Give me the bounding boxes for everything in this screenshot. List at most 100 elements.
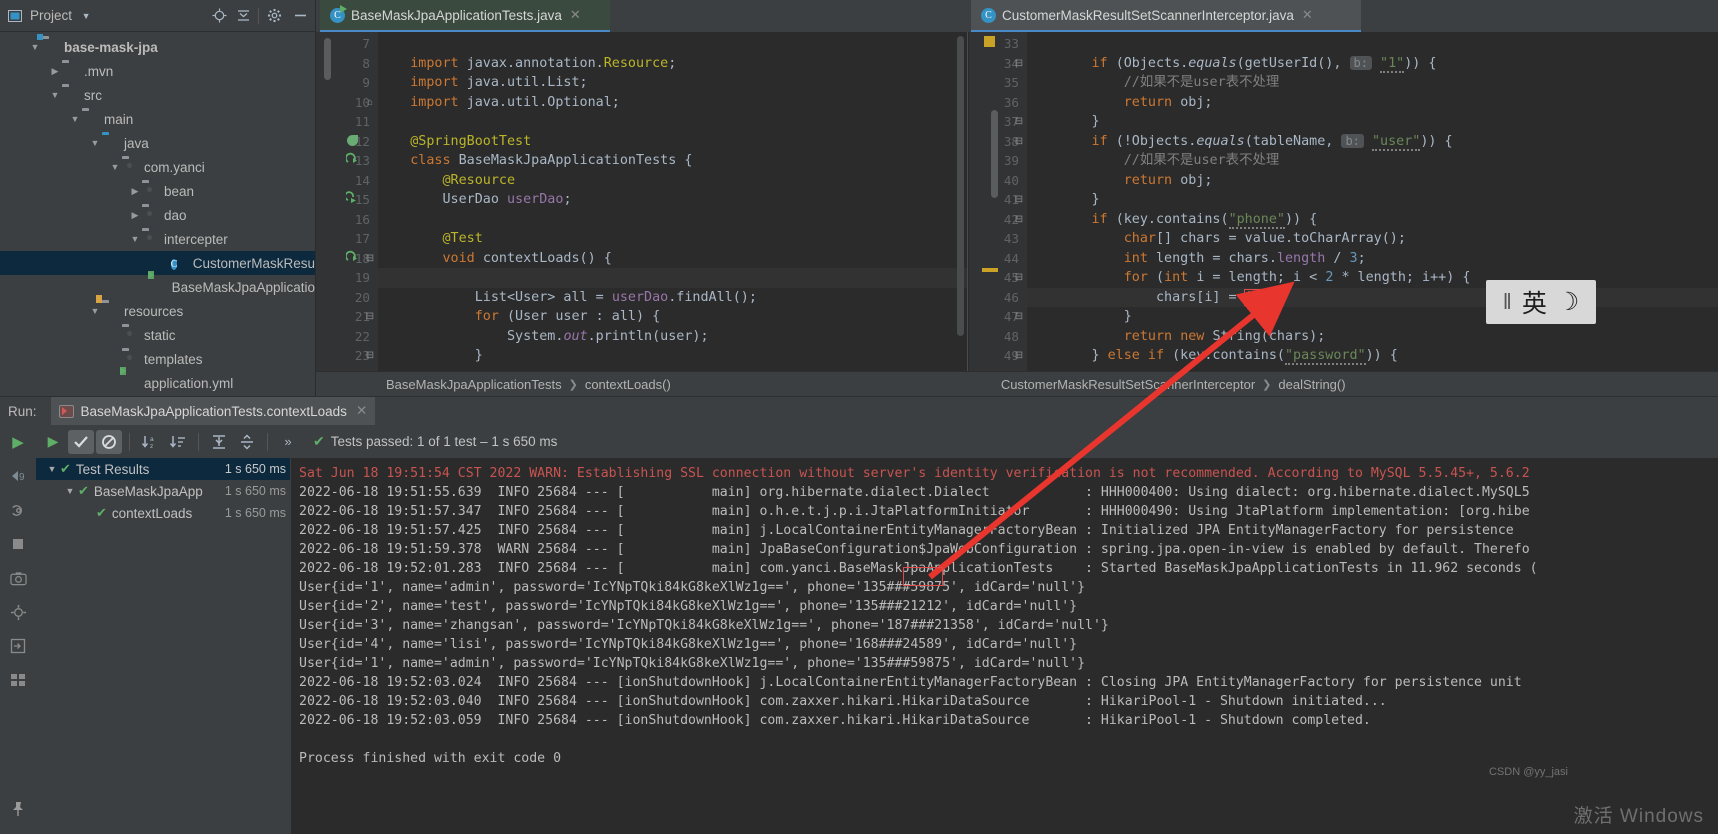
- code-line[interactable]: import java.util.Optional;: [378, 93, 967, 113]
- project-tree-item[interactable]: ▼ base-mask-jpa: [0, 35, 315, 59]
- editor-code-right[interactable]: if (Objects.equals(getUserId(), b: "1"))…: [1027, 32, 1718, 396]
- code-line[interactable]: return new String(chars);: [1027, 327, 1718, 347]
- code-line[interactable]: if (key.contains("phone")) {: [1027, 210, 1718, 230]
- code-line[interactable]: }: [1027, 112, 1718, 132]
- sort-by-duration-icon[interactable]: [165, 430, 191, 454]
- collapse-all-icon[interactable]: [234, 430, 260, 454]
- tree-twisty-icon[interactable]: ▼: [68, 114, 82, 124]
- test-results-tree[interactable]: ▼ ✔ Test Results 1 s 650 ms ▼ ✔ BaseMaskJpaApp…: [36, 458, 290, 834]
- tree-twisty-icon[interactable]: ▼: [44, 464, 60, 474]
- code-line[interactable]: if (Objects.equals(getUserId(), b: "1"))…: [1027, 54, 1718, 74]
- settings-gear-icon[interactable]: [265, 7, 283, 25]
- tree-twisty-icon[interactable]: ▼: [28, 42, 42, 52]
- show-passed-icon[interactable]: [68, 429, 94, 454]
- code-line[interactable]: } else if (key.contains("password")) {: [1027, 346, 1718, 366]
- editor-tab-right[interactable]: C CustomerMaskResultSetScannerIntercepto…: [971, 0, 1361, 32]
- fold-marker-icon[interactable]: ⊟: [1013, 112, 1025, 132]
- code-line[interactable]: int length = chars.length / 3;: [1027, 249, 1718, 269]
- hide-tool-window-icon[interactable]: [291, 7, 309, 25]
- breadcrumb-left-method[interactable]: contextLoads(): [585, 377, 671, 392]
- chevron-down-icon[interactable]: ▼: [77, 7, 95, 25]
- editor-vertical-scrollbar-left[interactable]: [957, 36, 964, 336]
- code-line[interactable]: void contextLoads() {: [378, 249, 967, 269]
- locate-icon[interactable]: [210, 7, 228, 25]
- project-tree-item[interactable]: ▶ .mvn: [0, 59, 315, 83]
- breadcrumb-right-class[interactable]: CustomerMaskResultSetScannerInterceptor: [1001, 377, 1255, 392]
- tree-twisty-icon[interactable]: ▼: [88, 138, 102, 148]
- run-test-gutter-icon[interactable]: [344, 249, 360, 269]
- code-line[interactable]: for (User user : all) {: [378, 307, 967, 327]
- code-line[interactable]: //如果不是user表不处理: [1027, 151, 1718, 171]
- stop-icon[interactable]: [0, 527, 36, 561]
- rerun-icon[interactable]: ▶: [40, 430, 66, 454]
- code-line[interactable]: [1027, 34, 1718, 54]
- code-line[interactable]: for (int i = length; i < 2 * length; i++…: [1027, 268, 1718, 288]
- collapse-all-icon[interactable]: [234, 7, 252, 25]
- breadcrumb-left[interactable]: BaseMaskJpaApplicationTests ❯ contextLoa…: [386, 377, 671, 392]
- breadcrumb-right-method[interactable]: dealString(): [1278, 377, 1345, 392]
- tree-twisty-icon[interactable]: ▶: [128, 210, 142, 221]
- project-tree-item[interactable]: C CustomerMaskResu: [0, 251, 315, 275]
- editor-split-right[interactable]: 33 34 ⊟ 35 36 37 ⊟ 38 ⊟ 39 40 41 ⊟ 42 ⊟ 43 44 45 ⊟ 46 47 ⊟ 48 4…: [969, 32, 1718, 396]
- editor-gutter-right[interactable]: 33 34 ⊟ 35 36 37 ⊟ 38 ⊟ 39 40 41 ⊟ 42 ⊟ 43 44 45 ⊟ 46 47 ⊟ 48 4…: [969, 32, 1027, 396]
- editor-vertical-scrollbar-right[interactable]: [991, 110, 998, 198]
- run-configuration-tab[interactable]: BaseMaskJpaApplicationTests.contextLoads…: [50, 397, 376, 425]
- code-line[interactable]: import javax.annotation.Resource;: [378, 54, 967, 74]
- editor-split-left[interactable]: 7 8 9 10 ⌂ 11 12 13 14 15 16 17 18 ⊟ 19 20 21 ⊟ 22 23 ⊟ impo…: [316, 32, 968, 396]
- breadcrumb-left-class[interactable]: BaseMaskJpaApplicationTests: [386, 377, 562, 392]
- fold-marker-icon[interactable]: ⊟: [1013, 307, 1025, 327]
- expand-all-icon[interactable]: [206, 430, 232, 454]
- editor-tab-left[interactable]: C BaseMaskJpaApplicationTests.java ✕: [320, 0, 610, 32]
- project-tree-item[interactable]: application.yml: [0, 371, 315, 395]
- code-line[interactable]: [378, 34, 967, 54]
- fold-marker-icon[interactable]: ⊟: [1013, 346, 1025, 366]
- project-tree-item[interactable]: templates: [0, 347, 315, 371]
- code-line[interactable]: class BaseMaskJpaApplicationTests {: [378, 151, 967, 171]
- code-line[interactable]: System.out.println(user);: [378, 327, 967, 347]
- test-result-row[interactable]: ▼ ✔ Test Results 1 s 650 ms: [36, 458, 290, 480]
- breadcrumb-right[interactable]: CustomerMaskResultSetScannerInterceptor …: [1001, 377, 1346, 392]
- code-line[interactable]: UserDao userDao;: [378, 190, 967, 210]
- fold-marker-icon[interactable]: ⊟: [1013, 268, 1025, 288]
- close-icon[interactable]: ✕: [570, 7, 581, 23]
- fold-marker-icon[interactable]: ⊟: [364, 346, 376, 366]
- project-tree-item[interactable]: BaseMaskJpaApplicatio: [0, 275, 315, 299]
- editor-gutter-left[interactable]: 7 8 9 10 ⌂ 11 12 13 14 15 16 17 18 ⊟ 19 20 21 ⊟ 22 23 ⊟: [316, 32, 378, 396]
- editor-scrollbar-left[interactable]: [324, 38, 331, 80]
- code-line[interactable]: List<User> all = userDao.findAll();: [378, 288, 967, 308]
- spring-leaf-icon[interactable]: [344, 132, 360, 152]
- tree-twisty-icon[interactable]: ▼: [128, 234, 142, 244]
- close-icon[interactable]: ✕: [356, 403, 367, 419]
- project-tree[interactable]: ▼ base-mask-jpa ▶ .mvn ▼ src ▼ main ▼ java ▼ com.ya…: [0, 32, 315, 396]
- project-tree-item[interactable]: ▶ dao: [0, 203, 315, 227]
- code-line[interactable]: [378, 268, 967, 288]
- run-test-gutter-icon[interactable]: [344, 151, 360, 171]
- more-icon[interactable]: »: [275, 430, 301, 454]
- code-line[interactable]: return obj;: [1027, 171, 1718, 191]
- test-result-row[interactable]: ✔ contextLoads 1 s 650 ms: [36, 502, 290, 524]
- layout-icon[interactable]: [0, 663, 36, 697]
- fold-marker-icon[interactable]: ⊟: [1013, 54, 1025, 74]
- code-line[interactable]: @SpringBootTest: [378, 132, 967, 152]
- code-line[interactable]: }: [378, 346, 967, 366]
- tree-twisty-icon[interactable]: ▼: [48, 90, 62, 100]
- fold-marker-icon[interactable]: ⌂: [364, 93, 376, 113]
- project-tree-item[interactable]: static: [0, 323, 315, 347]
- coverage-icon[interactable]: [0, 595, 36, 629]
- project-tree-item[interactable]: ▼ java: [0, 131, 315, 155]
- debug-tool-icon[interactable]: 9: [0, 459, 36, 493]
- project-tree-item[interactable]: ▼ com.yanci: [0, 155, 315, 179]
- code-line[interactable]: chars[i] = '#';: [1027, 288, 1718, 308]
- project-tree-item[interactable]: ▼ src: [0, 83, 315, 107]
- build-tool-icon[interactable]: [0, 493, 36, 527]
- fold-marker-icon[interactable]: ⊟: [1013, 132, 1025, 152]
- code-line[interactable]: @Resource: [378, 171, 967, 191]
- code-line[interactable]: [378, 112, 967, 132]
- tree-twisty-icon[interactable]: ▶: [128, 186, 142, 197]
- code-line[interactable]: //如果不是user表不处理: [1027, 73, 1718, 93]
- tree-twisty-icon[interactable]: ▼: [88, 306, 102, 316]
- code-line[interactable]: @Test: [378, 229, 967, 249]
- project-tree-item[interactable]: ▼ resources: [0, 299, 315, 323]
- pin-icon[interactable]: [0, 792, 36, 826]
- sort-alphabetically-icon[interactable]: az: [137, 430, 163, 454]
